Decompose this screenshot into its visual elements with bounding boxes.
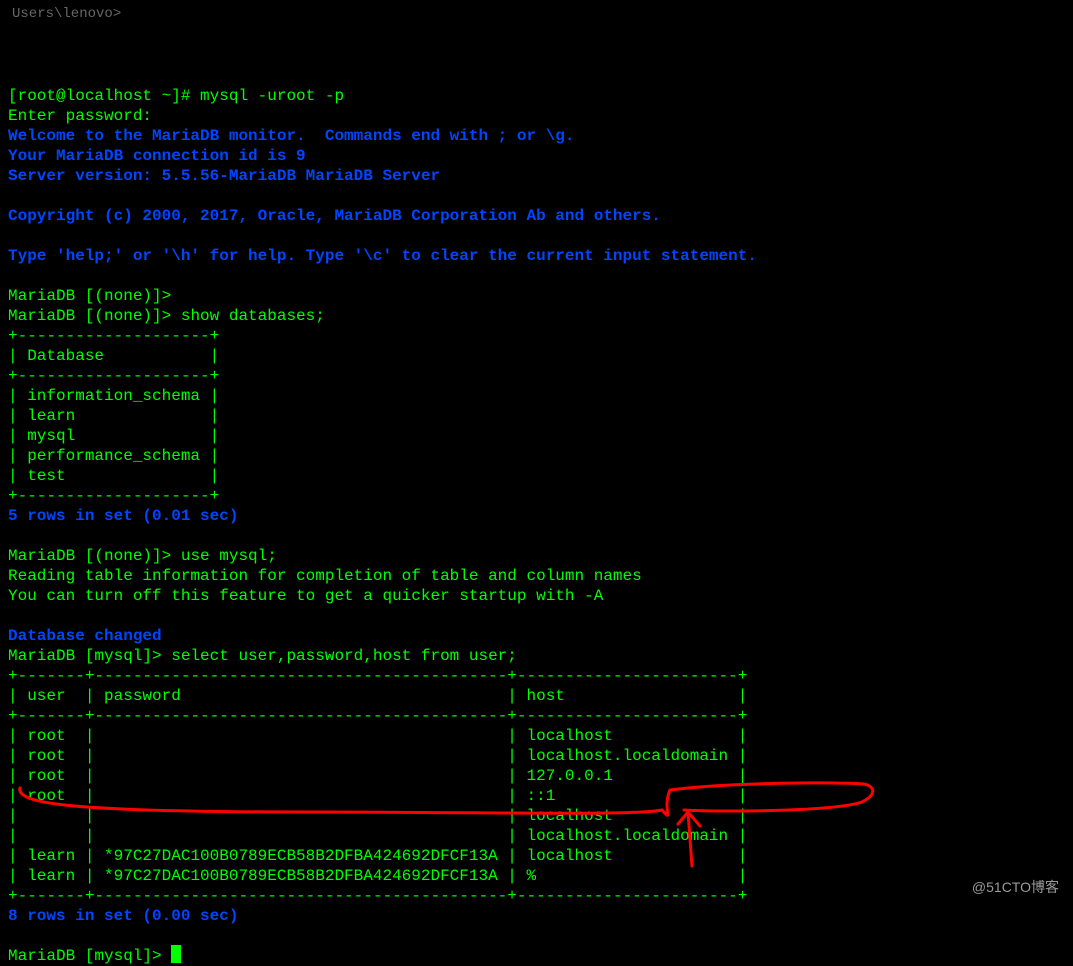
db-table-border: +--------------------+: [8, 487, 219, 505]
watermark: @51CTO博客: [972, 879, 1059, 897]
user-table-row: | learn | *97C27DAC100B0789ECB58B2DFBA42…: [8, 867, 747, 885]
reading-info-2: You can turn off this feature to get a q…: [8, 587, 603, 605]
db-table-row: | performance_schema |: [8, 447, 219, 465]
db-rows-summary: 5 rows in set (0.01 sec): [8, 507, 238, 525]
db-table-border: +--------------------+: [8, 367, 219, 385]
shell-prompt: [root@localhost ~]#: [8, 87, 200, 105]
user-table-row: | root | | localhost |: [8, 727, 747, 745]
db-table-row: | mysql |: [8, 427, 219, 445]
user-table-row: | root | | localhost.localdomain |: [8, 747, 747, 765]
db-table-header: | Database |: [8, 347, 219, 365]
user-table-row: | root | | ::1 |: [8, 787, 747, 805]
db-table-row: | learn |: [8, 407, 219, 425]
reading-info-1: Reading table information for completion…: [8, 567, 642, 585]
cursor-block[interactable]: [171, 945, 181, 963]
mariadb-prompt-mysql: MariaDB [mysql]>: [8, 947, 162, 965]
user-table-row: | | | localhost.localdomain |: [8, 827, 747, 845]
welcome-line-3: Server version: 5.5.56-MariaDB MariaDB S…: [8, 167, 440, 185]
enter-password: Enter password:: [8, 107, 152, 125]
user-table-row: | learn | *97C27DAC100B0789ECB58B2DFBA42…: [8, 847, 747, 865]
help-hint: Type 'help;' or '\h' for help. Type '\c'…: [8, 247, 757, 265]
welcome-line-1: Welcome to the MariaDB monitor. Commands…: [8, 127, 575, 145]
cmd-use-mysql: use mysql;: [171, 547, 277, 565]
welcome-line-2: Your MariaDB connection id is 9: [8, 147, 306, 165]
cmd-show-databases: show databases;: [171, 307, 325, 325]
user-rows-summary: 8 rows in set (0.00 sec): [8, 907, 238, 925]
user-table-border: +-------+-------------------------------…: [8, 707, 747, 725]
db-table-border: +--------------------+: [8, 327, 219, 345]
user-table-border: +-------+-------------------------------…: [8, 667, 747, 685]
host-path-faded: Users\lenovo>: [12, 6, 121, 24]
mariadb-prompt-none: MariaDB [(none)]>: [8, 287, 171, 305]
database-changed: Database changed: [8, 627, 162, 645]
db-table-row: | information_schema |: [8, 387, 219, 405]
user-table-row: | | | localhost |: [8, 807, 747, 825]
mariadb-prompt-mysql: MariaDB [mysql]>: [8, 647, 162, 665]
user-table-header: | user | password | host |: [8, 687, 747, 705]
shell-command: mysql -uroot -p: [200, 87, 344, 105]
copyright-line: Copyright (c) 2000, 2017, Oracle, MariaD…: [8, 207, 661, 225]
user-table-row: | root | | 127.0.0.1 |: [8, 767, 747, 785]
mariadb-prompt-none: MariaDB [(none)]>: [8, 307, 171, 325]
db-table-row: | test |: [8, 467, 219, 485]
cmd-select-user: select user,password,host from user;: [162, 647, 517, 665]
user-table-border: +-------+-------------------------------…: [8, 887, 747, 905]
mariadb-prompt-none: MariaDB [(none)]>: [8, 547, 171, 565]
